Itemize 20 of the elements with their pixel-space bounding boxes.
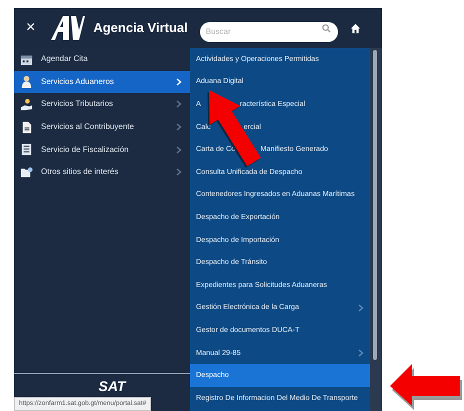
search-field[interactable]: Buscar bbox=[200, 22, 338, 42]
menu-item[interactable]: Servicio de Fiscalización bbox=[14, 138, 190, 161]
hand-icon bbox=[20, 98, 33, 111]
logo-icon bbox=[49, 15, 86, 41]
logo: SAT bbox=[98, 377, 126, 396]
folder-icon bbox=[20, 166, 33, 179]
menu-item[interactable]: Servicios al Contribuyente bbox=[14, 116, 190, 138]
document-icon bbox=[20, 120, 33, 134]
scrollbar-thumb[interactable] bbox=[373, 50, 377, 360]
menu-item[interactable]: Servicios Aduaneros bbox=[14, 70, 190, 94]
menu-item[interactable]: Agendar Cita bbox=[14, 48, 190, 71]
home-icon[interactable] bbox=[350, 22, 361, 34]
menu-item[interactable]: Otros sitios de interés bbox=[14, 160, 190, 184]
scrollbar[interactable] bbox=[370, 48, 382, 411]
person-icon bbox=[20, 75, 33, 88]
app-title: Agencia Virtual bbox=[93, 19, 188, 38]
close-button[interactable]: × bbox=[26, 20, 42, 36]
search-icon[interactable] bbox=[322, 24, 331, 32]
register-icon bbox=[20, 143, 33, 156]
menu-item[interactable]: Servicios Tributarios bbox=[14, 93, 190, 116]
